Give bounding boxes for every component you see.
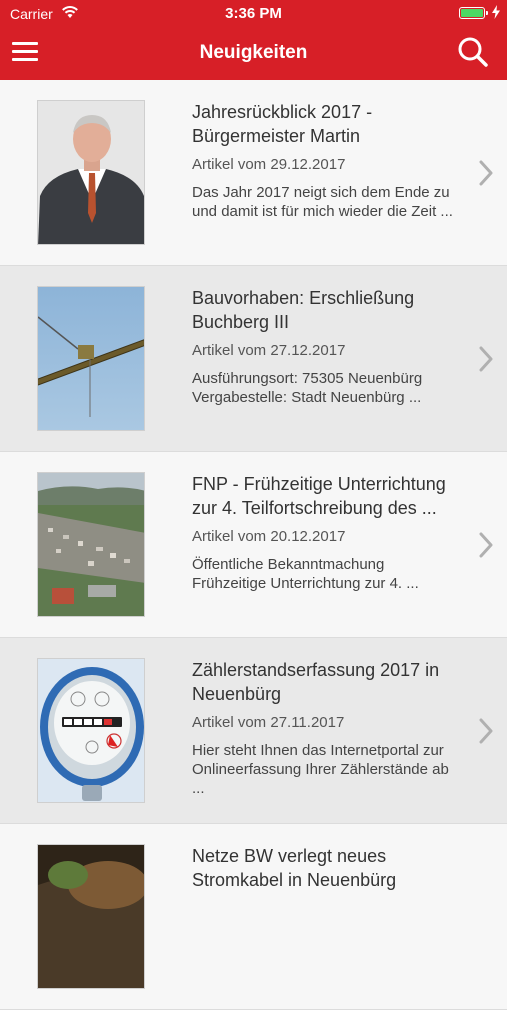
article-title: FNP - Frühzeitige Unterrichtung zur 4. T… — [192, 474, 446, 518]
page-title: Neuigkeiten — [199, 42, 308, 63]
article-thumbnail — [37, 286, 145, 431]
article-date: Artikel vom 29.12.2017 — [192, 156, 346, 173]
article-title: Zählerstandserfassung 2017 in Neuenbürg — [192, 660, 440, 704]
chevron-right-icon — [479, 346, 493, 377]
article-date: Artikel vom 27.11.2017 — [192, 714, 345, 731]
article-excerpt: Das Jahr 2017 neigt sich dem Ende zu und… — [192, 184, 453, 220]
article-thumbnail — [37, 100, 145, 245]
chevron-right-icon — [479, 532, 493, 563]
nav-bar: Neuigkeiten — [0, 28, 507, 80]
news-list: Jahresrückblick 2017 - Bürgermeister Mar… — [0, 80, 507, 1010]
news-item[interactable]: Bauvorhaben: Erschließung Buchberg III A… — [0, 266, 507, 452]
chevron-right-icon — [479, 160, 493, 191]
charging-icon — [492, 5, 500, 24]
news-item[interactable]: Netze BW verlegt neues Stromkabel in Neu… — [0, 824, 507, 1010]
news-item[interactable]: FNP - Frühzeitige Unterrichtung zur 4. T… — [0, 452, 507, 638]
article-thumbnail — [37, 472, 145, 617]
article-excerpt: Öffentliche Bekanntmachung Frühzeitige U… — [192, 556, 419, 592]
news-item[interactable]: Jahresrückblick 2017 - Bürgermeister Mar… — [0, 80, 507, 266]
article-title: Netze BW verlegt neues Stromkabel in Neu… — [192, 846, 397, 890]
article-date: Artikel vom 20.12.2017 — [192, 528, 346, 545]
article-thumbnail — [37, 658, 145, 803]
article-title: Jahresrückblick 2017 - Bürgermeister Mar… — [192, 102, 373, 146]
article-excerpt: Ausführungsort: 75305 Neuenbürg Vergabes… — [192, 370, 423, 406]
battery-icon — [459, 7, 488, 19]
search-icon[interactable] — [457, 36, 489, 73]
news-item[interactable]: Zählerstandserfassung 2017 in Neuenbürg … — [0, 638, 507, 824]
article-thumbnail — [37, 844, 145, 989]
article-excerpt: Hier steht Ihnen das Internetportal zur … — [192, 742, 449, 797]
chevron-right-icon — [479, 718, 493, 749]
article-date: Artikel vom 27.12.2017 — [192, 342, 346, 359]
article-title: Bauvorhaben: Erschließung Buchberg III — [192, 288, 415, 332]
clock: 3:36 PM — [225, 5, 282, 22]
status-bar: Carrier 3:36 PM — [0, 0, 507, 28]
